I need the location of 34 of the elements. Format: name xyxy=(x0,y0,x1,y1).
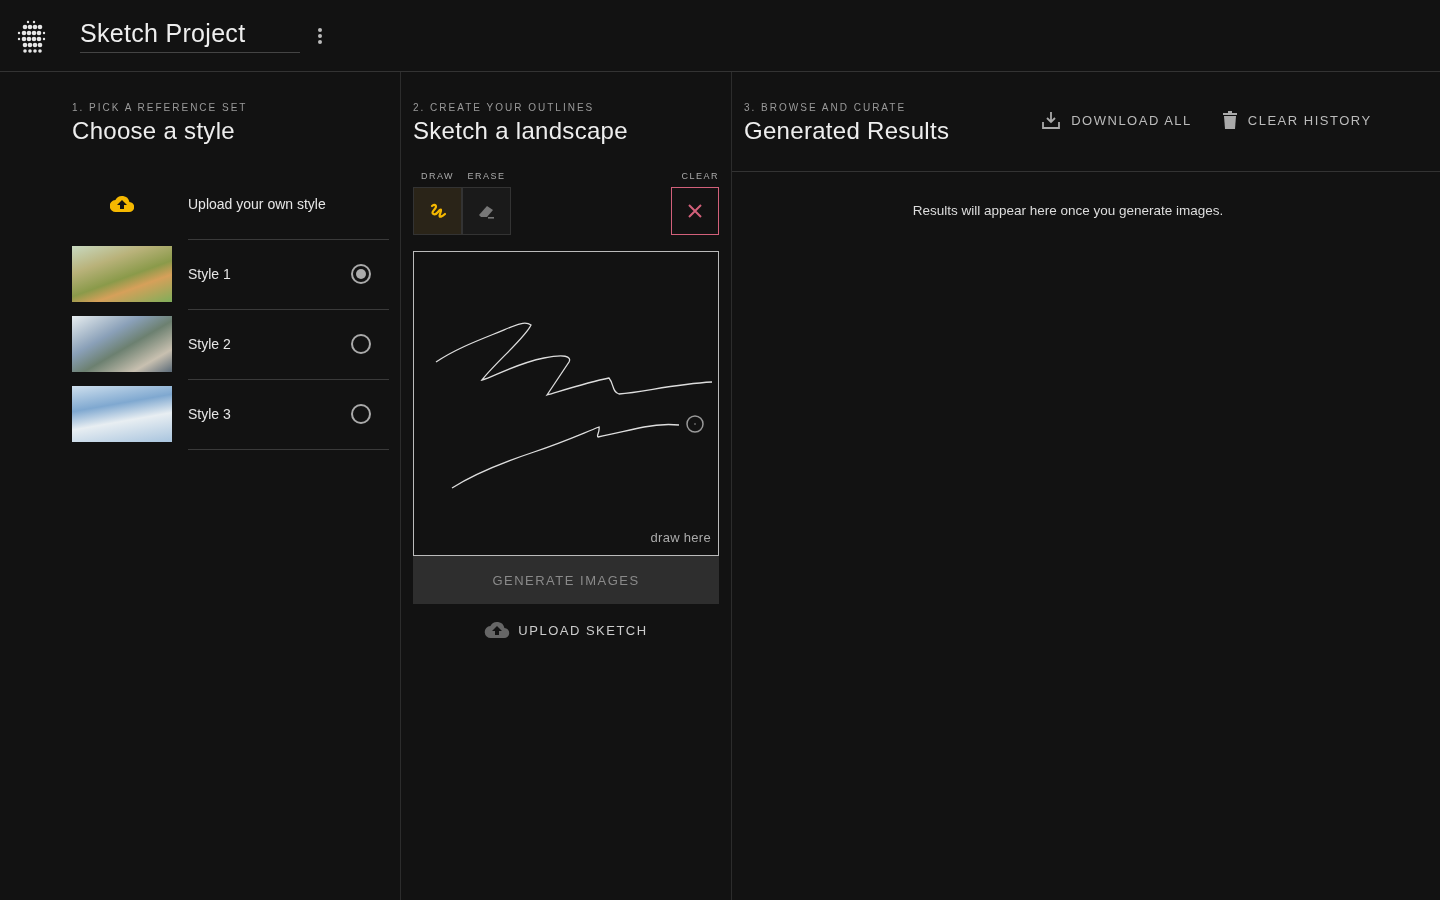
drawing-canvas[interactable]: draw here xyxy=(413,251,719,556)
painting-thumbnail[interactable] xyxy=(72,246,172,302)
close-icon xyxy=(688,204,702,218)
radio-button[interactable] xyxy=(351,403,371,424)
download-icon xyxy=(1041,110,1062,130)
style-label: Style 3 xyxy=(188,405,231,422)
tool-label: DRAW xyxy=(420,171,455,181)
radio-button[interactable] xyxy=(351,333,371,354)
style-label: Style 2 xyxy=(188,335,231,352)
erase-tool-button[interactable] xyxy=(462,187,511,235)
draw-tool-button[interactable] xyxy=(413,187,462,235)
section-heading: Sketch a landscape xyxy=(413,117,629,145)
painting-thumbnail[interactable] xyxy=(72,316,172,372)
trash-icon xyxy=(1221,110,1238,130)
painting-thumbnail[interactable] xyxy=(72,386,172,442)
tool-label: CLEAR xyxy=(681,171,719,181)
project-title[interactable]: Sketch Project xyxy=(80,18,300,53)
tool-label: ERASE xyxy=(467,171,506,181)
brush-cursor-icon xyxy=(686,415,704,433)
style-label: Style 1 xyxy=(188,265,231,282)
section-heading: Choose a style xyxy=(72,117,236,145)
clear-button[interactable] xyxy=(671,187,719,235)
step-label: 3. BROWSE AND CURATE xyxy=(744,102,908,113)
upload-style-link[interactable]: Upload your own style xyxy=(188,195,326,212)
clear-button[interactable]: CLEAR HISTORY xyxy=(1221,110,1372,130)
section-heading: Generated Results xyxy=(744,117,950,145)
radio-button[interactable] xyxy=(351,263,371,284)
download-button[interactable]: DOWNLOAD ALL xyxy=(1041,110,1192,130)
empty-results-message: Results will appear here once you generate images. xyxy=(911,203,1225,218)
canvas-hint: draw here xyxy=(650,530,711,545)
step-label: 1. PICK A REFERENCE SET xyxy=(72,102,249,113)
upload-sketch-button[interactable]: UPLOAD SKETCH xyxy=(478,618,654,642)
cloud-upload-icon xyxy=(484,619,511,641)
step-label: 2. CREATE YOUR OUTLINES xyxy=(413,102,596,113)
